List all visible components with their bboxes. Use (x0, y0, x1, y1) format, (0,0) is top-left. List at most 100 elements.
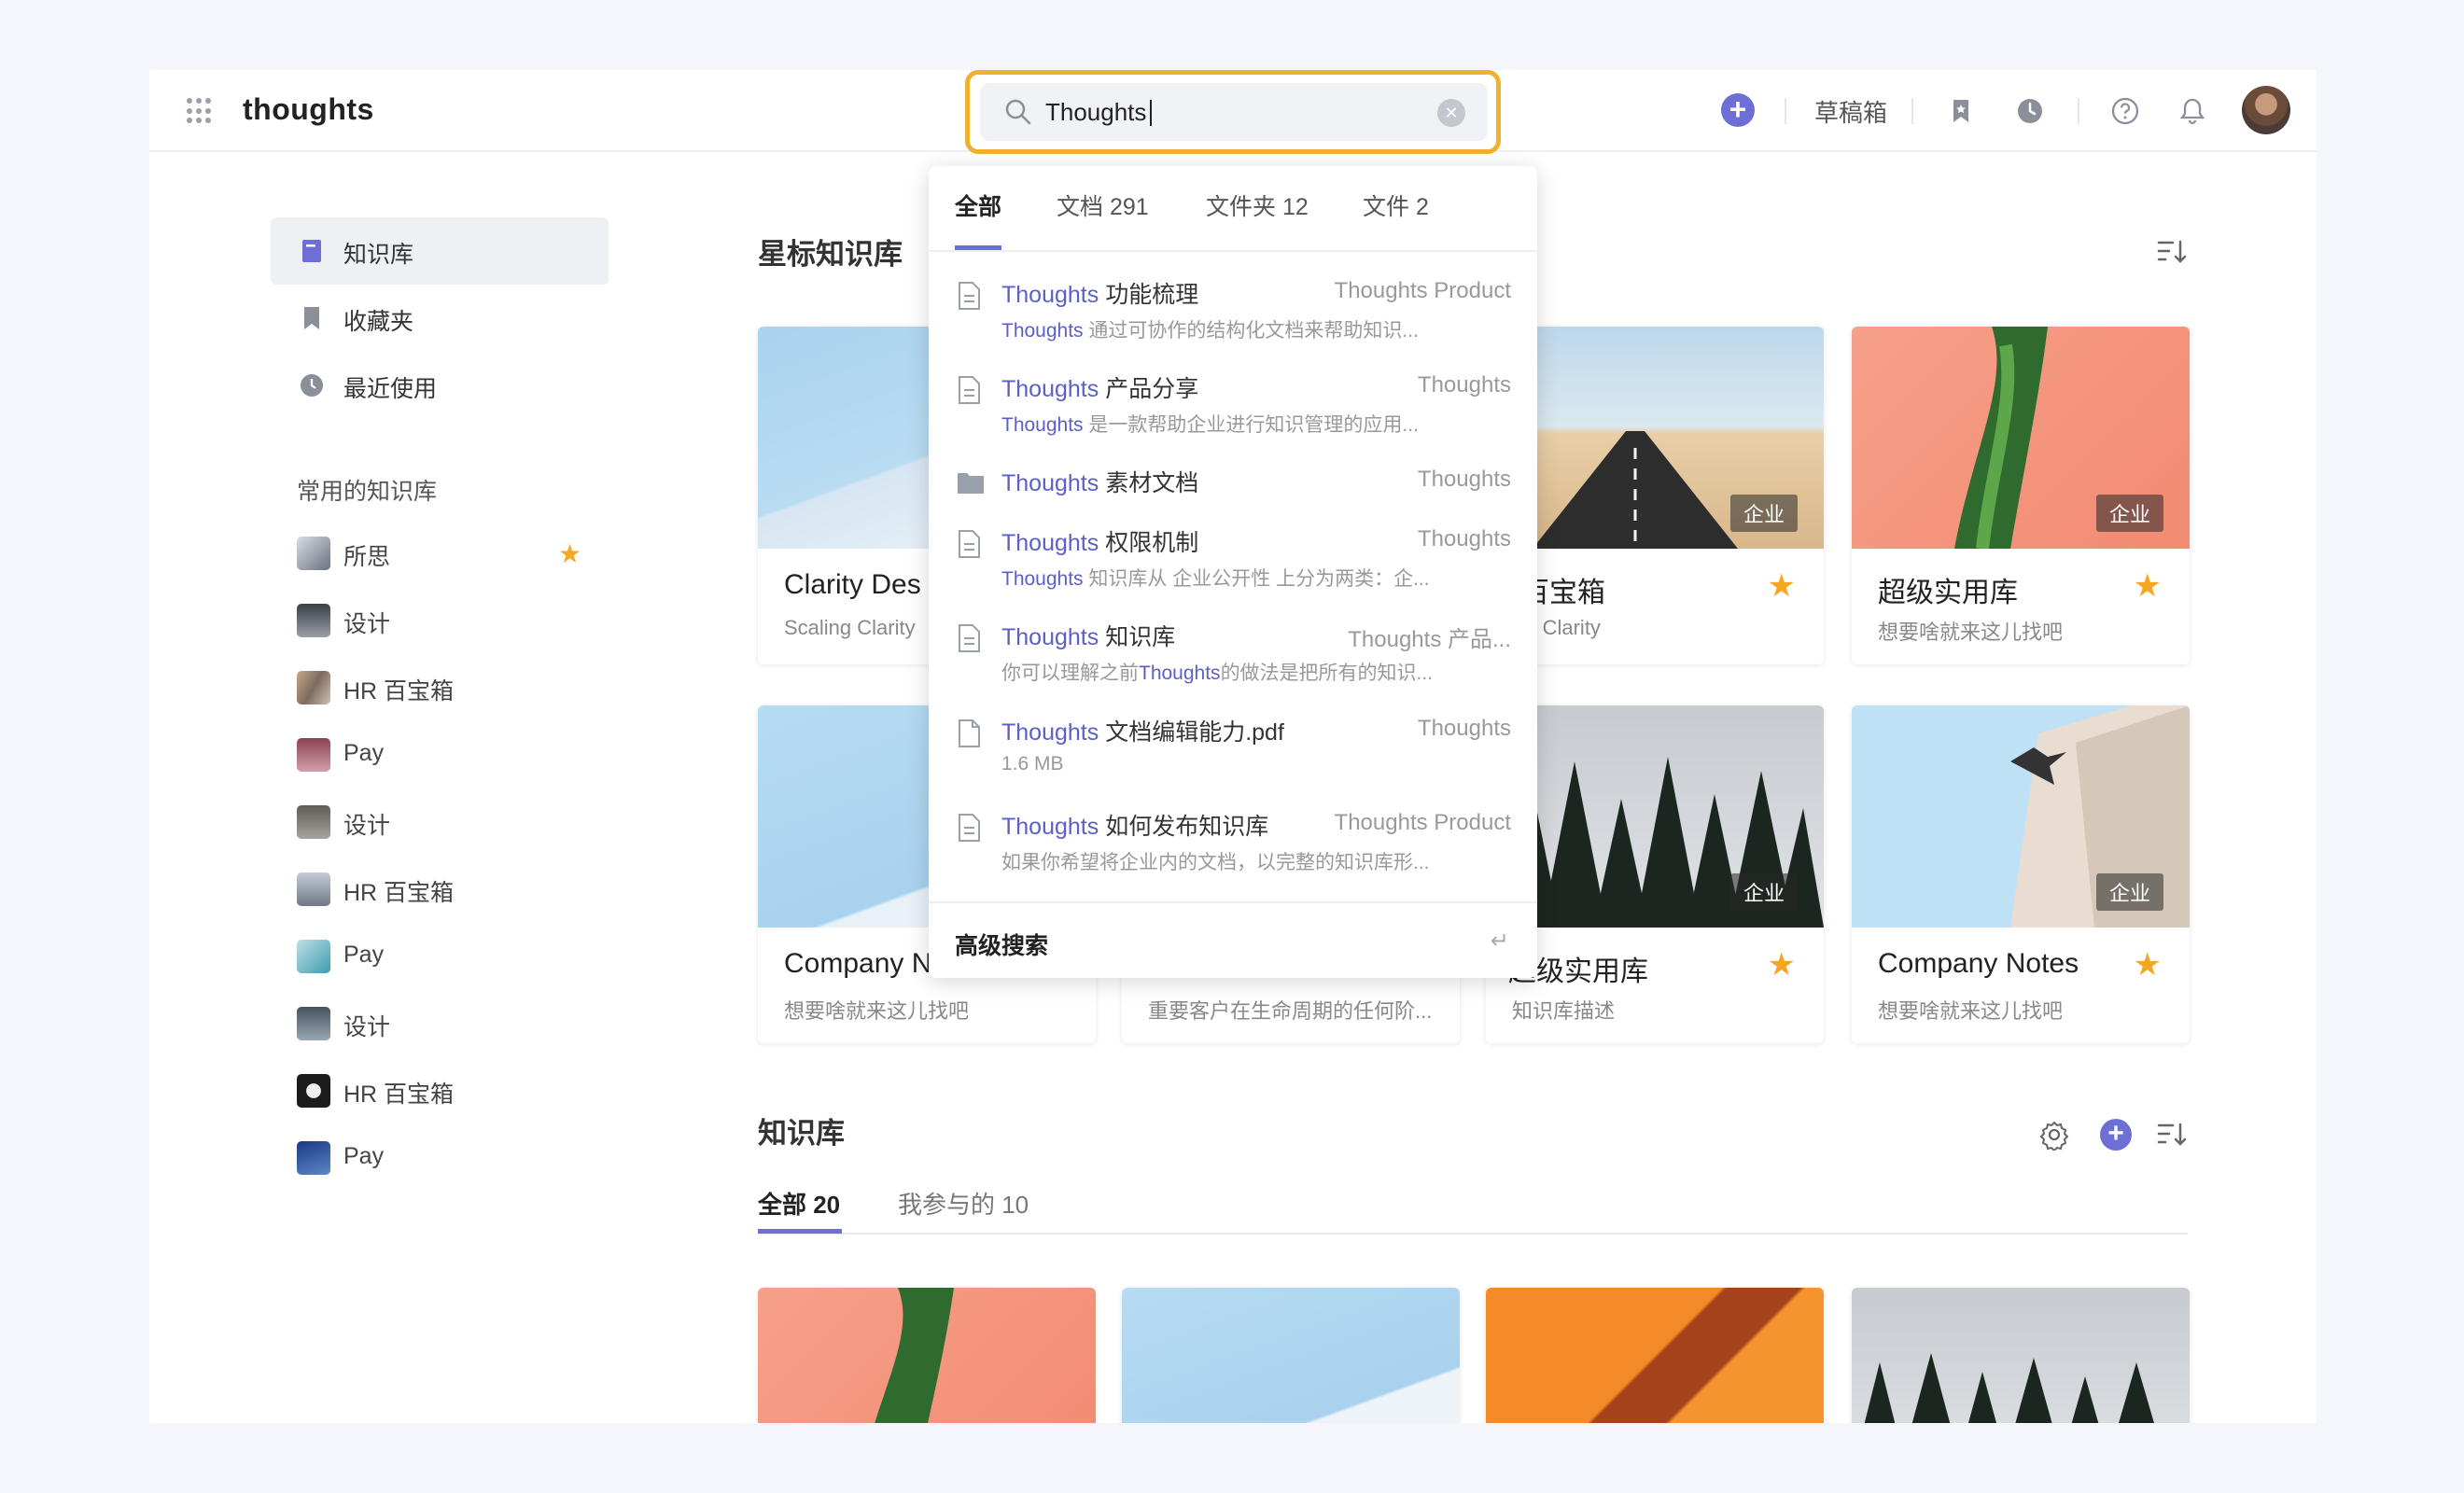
kb-item[interactable]: 所思 ★ (297, 527, 605, 583)
sidebar-item-favorites[interactable]: 收藏夹 (271, 285, 609, 352)
kb-item[interactable]: 设计 (297, 998, 605, 1053)
sidebar-item-knowledge-base[interactable]: 知识库 (271, 217, 609, 285)
search-result-item[interactable]: Thoughts 素材文档 Thoughts (929, 455, 1537, 517)
file-icon (959, 719, 980, 747)
document-icon (959, 814, 980, 842)
document-icon (959, 530, 980, 558)
search-result-item[interactable]: Thoughts 文档编辑能力.pdf Thoughts 1.6 MB (929, 705, 1537, 798)
clock-icon (301, 374, 323, 397)
enterprise-badge: 企业 (2095, 873, 2163, 911)
result-title: 功能梳理 (1099, 282, 1199, 308)
top-bar: thoughts ✕ + 草稿箱 (149, 70, 2317, 154)
kb-item[interactable]: Pay (297, 729, 605, 785)
card-cover-image (1486, 1288, 1824, 1423)
kb-thumbnail (297, 604, 330, 637)
kb-thumbnail (297, 1141, 330, 1175)
enter-key-icon: ↵ (1490, 928, 1509, 954)
help-icon[interactable] (2109, 95, 2141, 127)
sort-icon[interactable] (2156, 238, 2188, 266)
star-icon[interactable]: ★ (2134, 946, 2162, 984)
user-avatar[interactable] (2242, 86, 2290, 134)
result-source: Thoughts (1417, 526, 1511, 551)
clear-search-icon[interactable]: ✕ (1437, 99, 1465, 127)
enterprise-badge: 企业 (2095, 495, 2163, 532)
kb-label: 设计 (343, 1014, 391, 1040)
sidebar-item-recent[interactable]: 最近使用 (271, 352, 609, 419)
kb-item[interactable]: 设计 (297, 796, 605, 852)
text-caret (1150, 100, 1152, 126)
star-icon[interactable]: ★ (558, 538, 581, 569)
result-title-highlight: Thoughts (1001, 530, 1099, 556)
tab-all[interactable]: 全部 20 (758, 1186, 840, 1221)
advanced-search-link[interactable]: 高级搜索 (955, 928, 1048, 961)
tab-files[interactable]: 文件 2 (1363, 188, 1429, 222)
add-kb-button[interactable]: + (2100, 1119, 2132, 1151)
bookmark-icon (304, 307, 319, 329)
bookmark-icon[interactable] (1945, 95, 1977, 127)
star-icon[interactable]: ★ (1768, 946, 1796, 984)
kb-item[interactable]: Pay (297, 930, 605, 986)
result-title-highlight: Thoughts (1001, 814, 1099, 840)
app-logo[interactable]: thoughts (243, 92, 374, 127)
card-cover-image (758, 1288, 1096, 1423)
kb-thumbnail (297, 805, 330, 839)
card-title: Clarity Des (784, 569, 921, 600)
kb-card[interactable]: 企业 Company Notes 想要啥就来这儿找吧 ★ (1852, 705, 2190, 1043)
tab-folders[interactable]: 文件夹 12 (1206, 188, 1309, 222)
snippet-highlight: Thoughts (1001, 320, 1084, 342)
result-snippet: 通过可协作的结构化文档来帮助知识... (1083, 320, 1419, 342)
kb-label: HR 百宝箱 (343, 678, 455, 705)
search-input[interactable] (1045, 92, 1419, 132)
kb-card[interactable] (1486, 1288, 1824, 1423)
settings-gear-icon[interactable] (2038, 1119, 2070, 1151)
kb-label: HR 百宝箱 (343, 1081, 455, 1108)
recent-clock-icon[interactable] (2014, 95, 2046, 127)
result-snippet: 是一款帮助企业进行知识管理的应用... (1083, 414, 1419, 436)
search-result-item[interactable]: Thoughts 功能梳理 Thoughts Product Thoughts … (929, 267, 1537, 360)
result-title: 素材文档 (1099, 470, 1199, 496)
library-section-title: 知识库 (758, 1117, 845, 1150)
sidebar-item-label: 最近使用 (343, 376, 438, 402)
result-source: Thoughts (1417, 467, 1511, 492)
file-size: 1.6 MB (1001, 753, 1064, 774)
drafts-link[interactable]: 草稿箱 (1814, 94, 1887, 129)
search-results-dropdown: 全部 文档 291 文件夹 12 文件 2 Thoughts 功能梳理 Thou… (929, 166, 1537, 978)
card-title: Company Notes (1878, 948, 2079, 979)
kb-card[interactable] (1122, 1288, 1460, 1423)
tab-participated[interactable]: 我参与的 10 (898, 1186, 1029, 1221)
kb-item[interactable]: HR 百宝箱 (297, 1065, 605, 1121)
tab-documents[interactable]: 文档 291 (1057, 188, 1149, 222)
notification-bell-icon[interactable] (2177, 95, 2208, 127)
advanced-search-row[interactable]: 高级搜索 ↵ (929, 901, 1537, 978)
kb-item[interactable]: HR 百宝箱 (297, 863, 605, 919)
active-tab-indicator (758, 1229, 842, 1234)
divider (1785, 98, 1786, 124)
apps-grid-icon[interactable] (187, 98, 213, 124)
result-snippet: 知识库从 企业公开性 上分为两类：企... (1083, 568, 1430, 590)
kb-label: 所思 (343, 544, 391, 570)
snippet-highlight: Thoughts (1001, 414, 1084, 436)
create-button[interactable]: + (1721, 93, 1755, 127)
book-icon (302, 240, 321, 262)
kb-card[interactable]: 企业 超级实用库 想要啥就来这儿找吧 ★ (1852, 327, 2190, 664)
folder-icon (958, 473, 984, 494)
kb-card[interactable] (758, 1288, 1096, 1423)
sort-icon[interactable] (2156, 1121, 2188, 1149)
result-title: 权限机制 (1099, 530, 1199, 556)
search-result-item[interactable]: Thoughts 如何发布知识库 Thoughts Product 如果你希望将… (929, 799, 1537, 892)
kb-item[interactable]: 设计 (297, 594, 605, 650)
search-bar[interactable]: ✕ (980, 83, 1488, 141)
star-icon[interactable]: ★ (1768, 567, 1796, 605)
kb-card[interactable] (1852, 1288, 2190, 1423)
kb-label: Pay (343, 1143, 385, 1169)
star-icon[interactable]: ★ (2134, 567, 2162, 605)
search-result-item[interactable]: Thoughts 权限机制 Thoughts Thoughts 知识库从 企业公… (929, 515, 1537, 608)
search-result-item[interactable]: Thoughts 产品分享 Thoughts Thoughts 是一款帮助企业进… (929, 361, 1537, 454)
kb-item[interactable]: HR 百宝箱 (297, 662, 605, 718)
kb-thumbnail (297, 872, 330, 906)
kb-item[interactable]: Pay (297, 1132, 605, 1188)
document-icon (959, 282, 980, 310)
search-result-item[interactable]: Thoughts 知识库 Thoughts 产品... 你可以理解之前Thoug… (929, 609, 1537, 703)
result-title: 文档编辑能力.pdf (1099, 719, 1284, 746)
tab-all[interactable]: 全部 (955, 188, 1001, 222)
